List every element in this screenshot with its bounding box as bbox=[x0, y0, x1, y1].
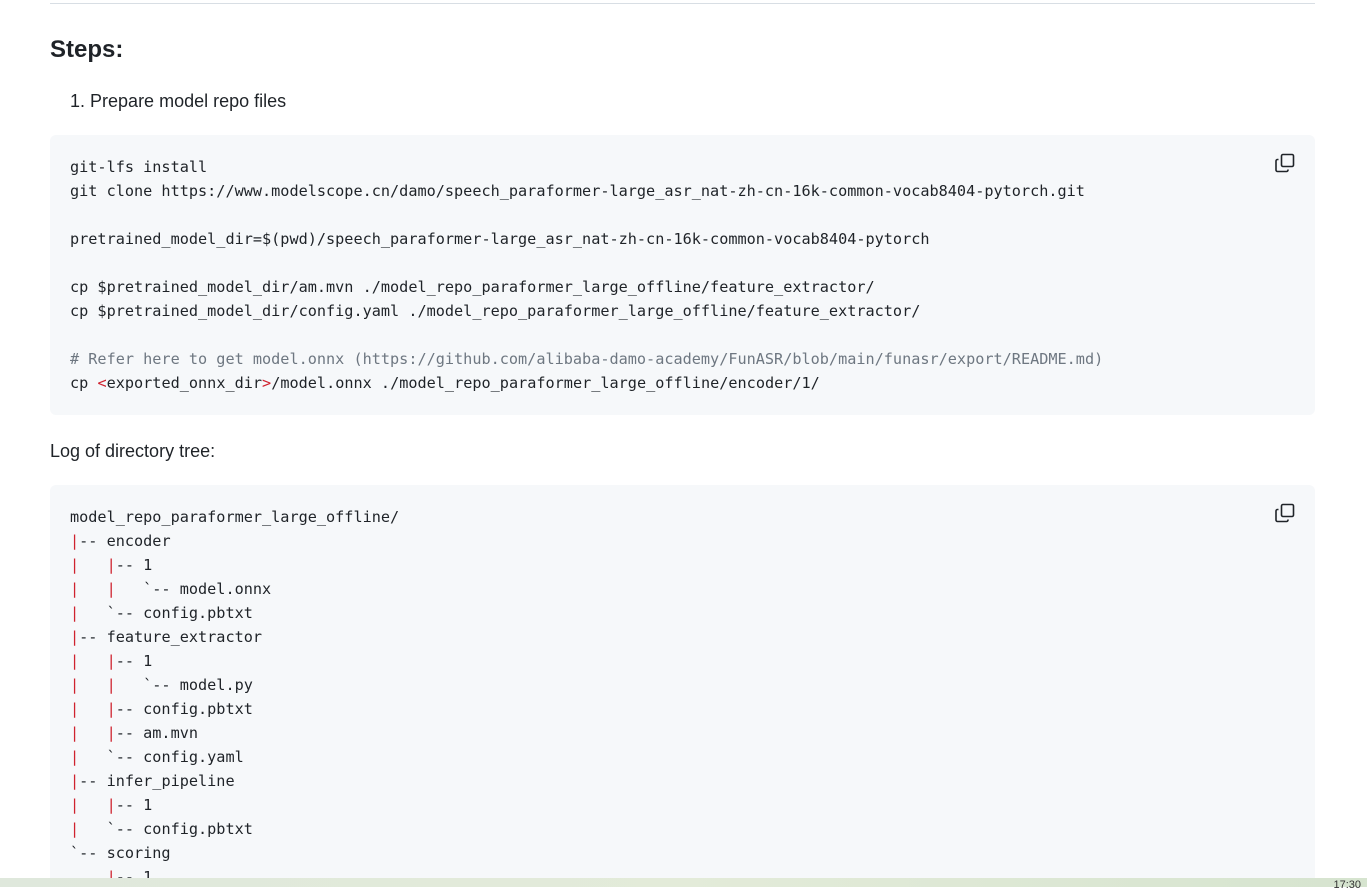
tree-pipes: | | bbox=[70, 580, 116, 598]
tree-line: `-- scoring bbox=[70, 841, 1295, 865]
tree-line: | `-- config.pbtxt bbox=[70, 601, 1295, 625]
tree-pipes: | bbox=[70, 604, 80, 622]
tree-pipes: | | bbox=[70, 796, 116, 814]
tree-entry: `-- scoring bbox=[70, 844, 171, 862]
code-token: /model.onnx ./model_repo_paraformer_larg… bbox=[271, 374, 820, 392]
tree-entry: -- am.mvn bbox=[115, 724, 199, 742]
step-item-1: 1. Prepare model repo files bbox=[70, 89, 286, 113]
tree-line: | |-- config.pbtxt bbox=[70, 697, 1295, 721]
copy-icon bbox=[1275, 503, 1295, 523]
steps-heading: Steps: bbox=[50, 36, 124, 63]
code-line: cp <exported_onnx_dir>/model.onnx ./mode… bbox=[70, 371, 1295, 395]
taskbar-clock: 17:30 bbox=[1333, 879, 1361, 891]
code-token: cp bbox=[70, 374, 98, 392]
tree-entry: `-- config.pbtxt bbox=[79, 820, 253, 838]
tree-line: | | `-- model.onnx bbox=[70, 577, 1295, 601]
tree-pipes: | bbox=[70, 820, 80, 838]
tree-entry: -- infer_pipeline bbox=[79, 772, 235, 790]
section-divider bbox=[50, 3, 1315, 4]
tree-line: | | `-- model.py bbox=[70, 673, 1295, 697]
tree-entry: -- feature_extractor bbox=[79, 628, 263, 646]
tree-pipes: | | bbox=[70, 700, 116, 718]
tree-entry: model_repo_paraformer_large_offline/ bbox=[70, 508, 400, 526]
code-token: exported_onnx_dir bbox=[106, 374, 263, 392]
tree-pipes: | bbox=[70, 748, 80, 766]
tree-line: model_repo_paraformer_large_offline/ bbox=[70, 505, 1295, 529]
code-setup: git-lfs install git clone https://www.mod… bbox=[50, 135, 1315, 395]
tree-line: |-- infer_pipeline bbox=[70, 769, 1295, 793]
tree-entry: `-- config.pbtxt bbox=[79, 604, 253, 622]
code-line: git-lfs install bbox=[70, 158, 208, 176]
code-block-setup[interactable]: git-lfs install git clone https://www.mod… bbox=[50, 135, 1315, 415]
tree-line: | |-- 1 bbox=[70, 649, 1295, 673]
copy-button[interactable] bbox=[1273, 501, 1297, 525]
taskbar bbox=[0, 878, 1367, 887]
tree-line: | |-- 1 bbox=[70, 793, 1295, 817]
code-line: cp $pretrained_model_dir/config.yaml ./m… bbox=[70, 302, 921, 320]
tree-entry: -- encoder bbox=[79, 532, 171, 550]
copy-icon bbox=[1275, 153, 1295, 173]
directory-tree-label: Log of directory tree: bbox=[50, 441, 216, 461]
step-number: 1. bbox=[70, 91, 86, 111]
code-token-lt: < bbox=[97, 374, 107, 392]
code-token-gt: > bbox=[262, 374, 272, 392]
tree-pipes: | bbox=[70, 772, 80, 790]
tree-entry: -- 1 bbox=[115, 556, 153, 574]
tree-line: |-- feature_extractor bbox=[70, 625, 1295, 649]
code-tree: model_repo_paraformer_large_offline/|-- … bbox=[50, 485, 1315, 885]
code-line: git clone https://www.modelscope.cn/damo… bbox=[70, 182, 1085, 200]
tree-entry: `-- model.onnx bbox=[115, 580, 272, 598]
tree-pipes: | bbox=[70, 628, 80, 646]
tree-pipes: | | bbox=[70, 556, 116, 574]
tree-line: | `-- config.pbtxt bbox=[70, 817, 1295, 841]
tree-line: | |-- am.mvn bbox=[70, 721, 1295, 745]
code-line: cp $pretrained_model_dir/am.mvn ./model_… bbox=[70, 278, 875, 296]
tree-entry: -- 1 bbox=[115, 652, 153, 670]
code-block-tree[interactable]: model_repo_paraformer_large_offline/|-- … bbox=[50, 485, 1315, 885]
tree-line: | |-- 1 bbox=[70, 553, 1295, 577]
code-comment: # Refer here to get model.onnx (https://… bbox=[70, 350, 1104, 368]
copy-button[interactable] bbox=[1273, 151, 1297, 175]
tree-entry: `-- config.yaml bbox=[79, 748, 244, 766]
tree-entry: -- 1 bbox=[115, 796, 153, 814]
step-text: Prepare model repo files bbox=[90, 91, 287, 111]
tree-pipes: | | bbox=[70, 652, 116, 670]
tree-pipes: | | bbox=[70, 724, 116, 742]
tree-pipes: | bbox=[70, 532, 80, 550]
tree-line: | `-- config.yaml bbox=[70, 745, 1295, 769]
tree-line: |-- encoder bbox=[70, 529, 1295, 553]
tree-entry: `-- model.py bbox=[115, 676, 253, 694]
code-line: pretrained_model_dir=$(pwd)/speech_paraf… bbox=[70, 230, 930, 248]
tree-pipes: | | bbox=[70, 676, 116, 694]
tree-entry: -- config.pbtxt bbox=[115, 700, 253, 718]
